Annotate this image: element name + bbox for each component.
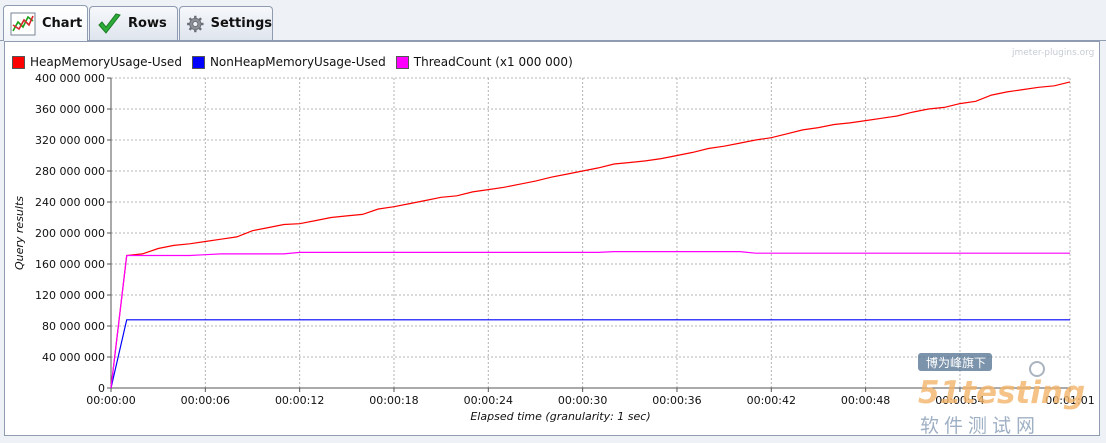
y-tick-label: 240 000 000 xyxy=(35,196,105,209)
x-tick-label: 00:00:12 xyxy=(275,394,324,407)
series-line-heap xyxy=(110,81,1071,389)
y-tick-label: 80 000 000 xyxy=(42,320,105,333)
y-tick-label: 320 000 000 xyxy=(35,134,105,147)
tab-chart[interactable]: Chart xyxy=(3,5,88,41)
x-tick-label: 00:00:42 xyxy=(747,394,796,407)
y-tick-label: 40 000 000 xyxy=(42,351,105,364)
x-tick-label: 00:00:24 xyxy=(464,394,513,407)
x-axis-title: Elapsed time (granularity: 1 sec) xyxy=(470,410,650,423)
y-axis-title: Query results xyxy=(13,196,26,270)
y-tick-label: 280 000 000 xyxy=(35,165,105,178)
x-tick-label: 00:00:06 xyxy=(181,394,230,407)
x-tick-label: 00:00:48 xyxy=(841,394,890,407)
tab-chart-label: Chart xyxy=(42,16,83,31)
chart-icon xyxy=(10,12,36,35)
x-tick-label: 00:00:36 xyxy=(652,394,701,407)
logo-subtitle: 软件测试网 xyxy=(920,415,1040,437)
logo-brand: 51testing xyxy=(918,375,1085,411)
y-tick-label: 360 000 000 xyxy=(35,103,105,116)
brand-logo: 博为峰旗下 51testing 软件测试网 xyxy=(916,353,1096,438)
x-tick-label: 00:00:00 xyxy=(86,394,135,407)
y-tick-label: 120 000 000 xyxy=(35,289,105,302)
x-tick-label: 00:00:30 xyxy=(558,394,607,407)
logo-graphic: 博为峰旗下 51testing 软件测试网 xyxy=(918,353,1085,437)
logo-badge: 博为峰旗下 xyxy=(926,355,986,370)
x-tick-label: 00:00:18 xyxy=(369,394,418,407)
y-tick-label: 200 000 000 xyxy=(35,227,105,240)
y-tick-label: 160 000 000 xyxy=(35,258,105,271)
y-tick-label: 400 000 000 xyxy=(35,72,105,85)
